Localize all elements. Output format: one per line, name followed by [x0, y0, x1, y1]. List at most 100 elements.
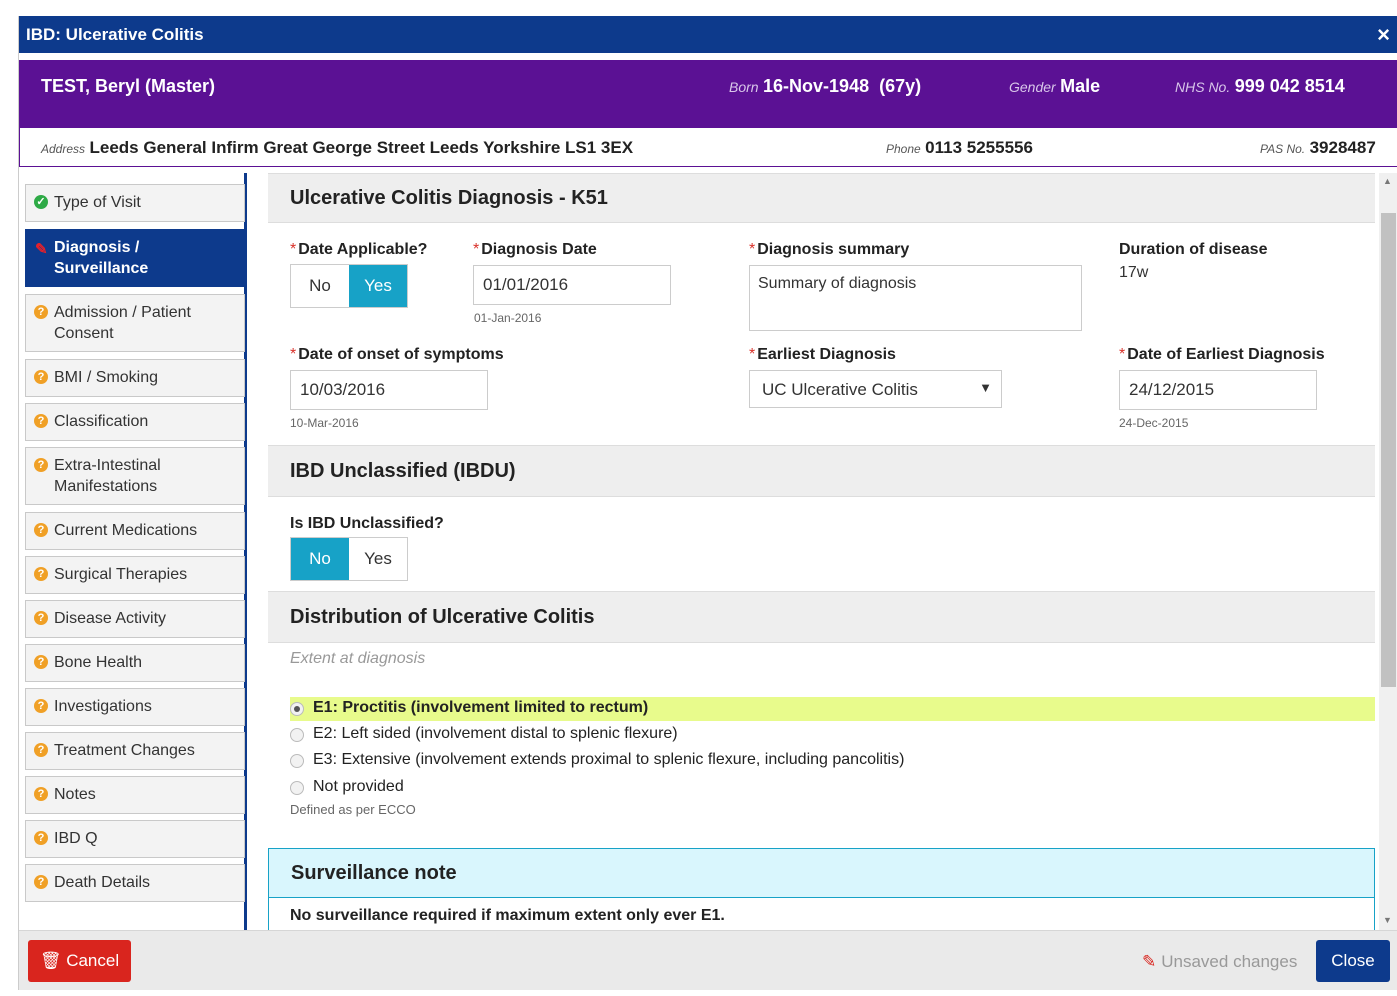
form-content: Ulcerative Colitis Diagnosis - K51 * Date… — [268, 173, 1375, 930]
cancel-button[interactable]: 🗑 Cancel — [28, 940, 131, 982]
date-applicable-no[interactable]: No — [291, 265, 349, 307]
sidebar-item-label: Bone Health — [54, 654, 143, 671]
radio-button[interactable] — [290, 754, 304, 768]
pencil-icon: ✎ — [35, 241, 48, 258]
earliest-date-input[interactable]: 24/12/2015 — [1119, 370, 1317, 410]
sidebar-item-label: Current Medications — [54, 522, 198, 539]
radio-button[interactable] — [290, 728, 304, 742]
unsaved-changes-indicator: ✎ Unsaved changes — [1142, 952, 1297, 972]
sidebar-item-current-medications[interactable]: ? Current Medications — [25, 512, 245, 550]
sidebar-item-label: Extra-Intestinal Manifestations — [54, 457, 161, 495]
onset-label: * Date of onset of symptoms — [290, 346, 504, 363]
question-circle-icon: ? — [34, 611, 48, 625]
sidebar-item-bone-health[interactable]: ? Bone Health — [25, 644, 245, 682]
sidebar-item-disease-activity[interactable]: ? Disease Activity — [25, 600, 245, 638]
onset-date-hint: 10-Mar-2016 — [290, 416, 359, 430]
surveillance-note-title: Surveillance note — [291, 862, 457, 884]
modal-dialog: IBD: Ulcerative Colitis × TEST, Beryl (M… — [18, 16, 1397, 990]
pas-value: 3928487 — [1309, 138, 1376, 157]
duration-label: Duration of disease — [1119, 241, 1268, 258]
patient-address: Address Leeds General Infirm Great Georg… — [41, 138, 633, 158]
radio-e3[interactable]: E3: Extensive (involvement extends proxi… — [290, 749, 1375, 773]
earliest-date-label: * Date of Earliest Diagnosis — [1119, 346, 1325, 363]
onset-date-input[interactable]: 10/03/2016 — [290, 370, 488, 410]
question-circle-icon: ? — [34, 787, 48, 801]
radio-label: E2: Left sided (involvement distal to sp… — [313, 725, 678, 742]
patient-pas: PAS No. 3928487 — [1260, 138, 1376, 158]
sidebar-item-diagnosis-surveillance[interactable]: ✎ Diagnosis / Surveillance — [25, 229, 245, 287]
sidebar-item-surgical-therapies[interactable]: ? Surgical Therapies — [25, 556, 245, 594]
born-label: Born — [729, 79, 759, 95]
sidebar-item-ibd-q[interactable]: ? IBD Q — [25, 820, 245, 858]
question-circle-icon: ? — [34, 567, 48, 581]
diagnosis-date-label: * Diagnosis Date — [473, 241, 597, 258]
sidebar-item-label: Classification — [54, 413, 149, 430]
sidebar-item-extra-intestinal[interactable]: ? Extra-Intestinal Manifestations — [25, 447, 245, 505]
born-value: 16-Nov-1948 (67y) — [763, 76, 922, 96]
question-circle-icon: ? — [34, 523, 48, 537]
surveillance-note-text: No surveillance required if maximum exte… — [290, 907, 725, 924]
sidebar-item-classification[interactable]: ? Classification — [25, 403, 245, 441]
footer-bar: 🗑 Cancel ✎ Unsaved changes Close — [19, 930, 1397, 990]
earliest-diagnosis-select[interactable]: UC Ulcerative Colitis ▼ — [749, 370, 1002, 408]
earliest-diagnosis-value: UC Ulcerative Colitis — [762, 380, 918, 399]
sidebar-item-label: BMI / Smoking — [54, 369, 159, 386]
sidebar-item-label: IBD Q — [54, 830, 98, 847]
scrollbar[interactable]: ▲ ▼ — [1379, 173, 1397, 930]
radio-button[interactable] — [290, 702, 304, 716]
patient-nhs: NHS No. 999 042 8514 — [1175, 76, 1345, 97]
radio-e2[interactable]: E2: Left sided (involvement distal to sp… — [290, 723, 1375, 747]
scroll-down-icon[interactable]: ▼ — [1383, 915, 1392, 925]
patient-born: Born 16-Nov-1948 (67y) — [729, 76, 921, 97]
section-title: Distribution of Ulcerative Colitis — [290, 606, 595, 628]
scroll-up-icon[interactable]: ▲ — [1383, 176, 1392, 186]
patient-banner: TEST, Beryl (Master) Born 16-Nov-1948 (6… — [19, 60, 1397, 128]
phone-label: Phone — [886, 142, 921, 156]
sidebar-item-investigations[interactable]: ? Investigations — [25, 688, 245, 726]
date-applicable-yes[interactable]: Yes — [349, 265, 407, 307]
patient-address-bar: Address Leeds General Infirm Great Georg… — [19, 128, 1397, 167]
close-icon[interactable]: × — [1377, 22, 1390, 48]
address-label: Address — [41, 142, 86, 156]
cancel-label: Cancel — [66, 951, 120, 970]
question-circle-icon: ? — [34, 655, 48, 669]
ibdu-question-label: Is IBD Unclassified? — [290, 515, 444, 532]
scrollbar-thumb[interactable] — [1381, 213, 1396, 687]
diagnosis-summary-textarea[interactable]: Summary of diagnosis — [749, 265, 1082, 331]
nhs-value: 999 042 8514 — [1234, 76, 1345, 96]
ibdu-yes[interactable]: Yes — [349, 538, 407, 580]
radio-label: E3: Extensive (involvement extends proxi… — [313, 751, 905, 768]
sidebar-nav: ✓ Type of Visit ✎ Diagnosis / Surveillan… — [25, 173, 247, 930]
phone-value: 0113 5255556 — [925, 138, 1033, 157]
question-circle-icon: ? — [34, 414, 48, 428]
sidebar-item-label: Notes — [54, 786, 96, 803]
distribution-section-header: Distribution of Ulcerative Colitis — [268, 591, 1375, 643]
radio-not-provided[interactable]: Not provided — [290, 776, 1375, 800]
ecco-footnote: Defined as per ECCO — [290, 802, 416, 817]
radio-label: Not provided — [313, 778, 404, 795]
close-button[interactable]: Close — [1316, 940, 1390, 982]
sidebar-item-admission-consent[interactable]: ? Admission / Patient Consent — [25, 294, 245, 352]
question-circle-icon: ? — [34, 831, 48, 845]
caret-down-icon: ▼ — [979, 380, 992, 395]
earliest-diagnosis-label: * Earliest Diagnosis — [749, 346, 896, 363]
date-applicable-toggle[interactable]: No Yes — [290, 264, 408, 308]
ibdu-toggle[interactable]: No Yes — [290, 537, 408, 581]
gender-label: Gender — [1009, 79, 1056, 95]
sidebar-item-notes[interactable]: ? Notes — [25, 776, 245, 814]
diagnosis-date-hint: 01-Jan-2016 — [474, 311, 542, 325]
radio-button[interactable] — [290, 781, 304, 795]
ibdu-section-header: IBD Unclassified (IBDU) — [268, 445, 1375, 497]
sidebar-item-treatment-changes[interactable]: ? Treatment Changes — [25, 732, 245, 770]
earliest-date-hint: 24-Dec-2015 — [1119, 416, 1189, 430]
patient-name: TEST, Beryl (Master) — [41, 76, 216, 96]
sidebar-item-type-of-visit[interactable]: ✓ Type of Visit — [25, 184, 245, 222]
sidebar-item-bmi-smoking[interactable]: ? BMI / Smoking — [25, 359, 245, 397]
radio-e1[interactable]: E1: Proctitis (involvement limited to re… — [290, 697, 1375, 721]
diagnosis-date-input[interactable]: 01/01/2016 — [473, 265, 671, 305]
sidebar-item-death-details[interactable]: ? Death Details — [25, 864, 245, 902]
ibdu-no[interactable]: No — [291, 538, 349, 580]
address-value: Leeds General Infirm Great George Street… — [89, 138, 634, 157]
question-circle-icon: ? — [34, 875, 48, 889]
patient-phone: Phone 0113 5255556 — [886, 138, 1033, 158]
